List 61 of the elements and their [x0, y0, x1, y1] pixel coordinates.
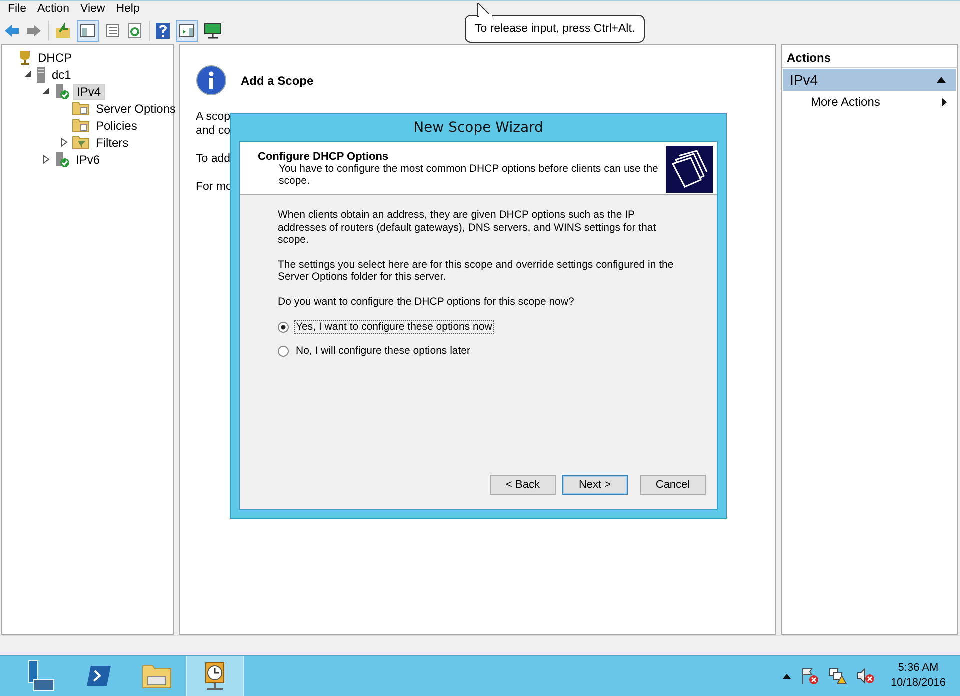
help-icon[interactable] — [156, 22, 170, 38]
folder-filter-icon — [72, 135, 90, 150]
list-icon[interactable] — [105, 22, 121, 38]
question-text: Do you want to configure the DHCP options for this scope now? — [278, 296, 576, 308]
clock-time: 5:36 AM — [898, 661, 939, 676]
info-icon — [196, 65, 227, 96]
folder-up-icon[interactable] — [55, 22, 71, 38]
collapse-arrow-icon[interactable] — [24, 71, 33, 78]
collapse-arrow-icon[interactable] — [42, 88, 51, 95]
dialog-button[interactable]: Next > — [562, 475, 628, 495]
tree-item[interactable]: dc1 — [49, 68, 74, 82]
tree-item[interactable]: DHCP — [35, 50, 76, 64]
tree-item[interactable]: IPv6 — [73, 152, 104, 166]
flag-error-icon[interactable] — [800, 667, 819, 685]
folder-icon — [72, 118, 90, 133]
monitor-icon[interactable] — [204, 22, 222, 38]
clock-date: 10/18/2016 — [890, 676, 946, 691]
folder-icon — [142, 663, 172, 689]
menu-item[interactable]: View — [76, 3, 112, 15]
dialog-button[interactable]: < Back — [490, 475, 556, 495]
terminal-icon — [86, 665, 112, 687]
tree-item[interactable]: Policies — [93, 118, 140, 132]
server-icon — [36, 66, 46, 82]
body-text: When clients obtain an address, they are given DHCP options such as the IP addresses of routers (default gateways), DNS servers, and WINS settings for that scope. — [278, 209, 658, 246]
section-heading: Add a Scope — [241, 74, 314, 88]
expand-arrow-icon[interactable] — [42, 155, 51, 164]
server-toolbox-icon — [26, 660, 56, 692]
action-item[interactable]: More Actions — [782, 92, 957, 112]
description-text: and co — [196, 124, 231, 138]
dialog-title: New Scope Wizard — [412, 118, 544, 138]
menu-item[interactable]: Action — [34, 3, 76, 15]
server-check-icon — [54, 84, 70, 100]
tree-item[interactable]: Server Options — [93, 102, 180, 116]
back-arrow-icon[interactable] — [4, 24, 20, 38]
network-warning-icon[interactable] — [828, 667, 847, 685]
description-text: A scop — [196, 110, 231, 124]
refresh-icon[interactable] — [127, 22, 143, 38]
actions-title: Actions — [782, 45, 957, 68]
folder-icon — [72, 101, 90, 116]
trophy-icon — [18, 50, 32, 66]
taskbar-button[interactable] — [186, 656, 244, 696]
radio-option[interactable]: No, I will configure these options later — [278, 344, 697, 358]
tree-item[interactable]: Filters — [93, 136, 132, 150]
description-text: To add — [196, 152, 231, 166]
wizard-step-subtitle: You have to configure the most common DHCP options before clients can use the scope. — [278, 163, 660, 187]
tree-item[interactable]: IPv4 — [73, 84, 106, 100]
action-pane-button[interactable] — [176, 20, 198, 42]
menu-item[interactable]: Help — [112, 3, 147, 15]
dialog-button[interactable]: Cancel — [640, 475, 706, 495]
console-tree-button[interactable] — [77, 20, 99, 42]
forward-arrow-icon[interactable] — [26, 24, 42, 38]
caret-up-icon[interactable] — [782, 674, 791, 678]
submenu-arrow-icon — [942, 98, 947, 106]
body-text: The settings you select here are for this scope and override settings configured in the Server Options folder for this server. — [278, 258, 675, 284]
radio-option[interactable]: Yes, I want to configure these options now — [278, 320, 697, 334]
wizard-step-title: Configure DHCP Options — [258, 151, 390, 163]
actions-section-header[interactable]: IPv4 — [783, 69, 956, 91]
menu-item[interactable]: File — [4, 3, 34, 15]
expand-arrow-icon[interactable] — [60, 138, 69, 147]
speaker-muted-icon[interactable] — [856, 667, 875, 685]
server-check-icon — [54, 152, 70, 168]
